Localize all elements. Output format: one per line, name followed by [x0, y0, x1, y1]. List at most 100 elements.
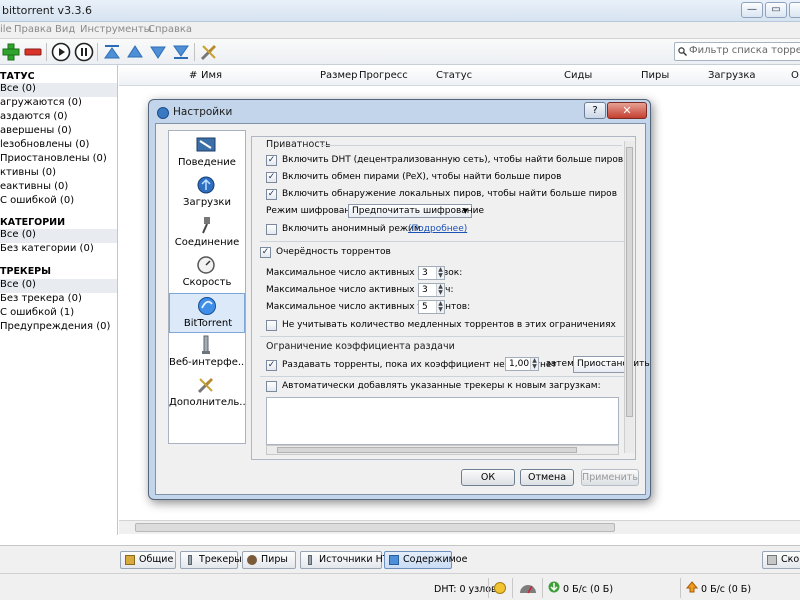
col-upload[interactable]: О: [791, 70, 799, 81]
pex-option[interactable]: ✓ Включить обмен пирами (PeX), чтобы най…: [266, 171, 606, 185]
col-size[interactable]: Размер: [320, 70, 358, 81]
menu-view[interactable]: Вид: [55, 24, 75, 35]
queue-checkbox[interactable]: ✓: [260, 247, 271, 258]
col-number[interactable]: #: [189, 70, 197, 81]
tab-content[interactable]: Содержимое: [384, 551, 467, 569]
menu-edit[interactable]: Правка: [14, 24, 52, 35]
minimize-button[interactable]: —: [741, 2, 763, 18]
col-peers[interactable]: Пиры: [641, 70, 669, 81]
col-status[interactable]: Статус: [436, 70, 472, 81]
sidebar-item-paused[interactable]: Приостановлены (0): [0, 153, 117, 167]
help-button[interactable]: ?: [584, 102, 606, 119]
sidebar-item-no-category[interactable]: Без категории (0): [0, 243, 117, 257]
sidebar-item-seeding[interactable]: аздаются (0): [0, 111, 117, 125]
categories-header: КАТЕГОРИИ: [0, 217, 66, 228]
panel-scrollbar[interactable]: [624, 141, 634, 453]
pause-icon[interactable]: [74, 42, 94, 62]
tab-speed-label: Скор: [781, 554, 800, 565]
menu-file[interactable]: ile: [0, 24, 12, 35]
menu-tools[interactable]: Инструменты: [80, 24, 152, 35]
category-web-ui[interactable]: Веб-интерфе...: [169, 333, 245, 373]
max-uploads-spinner[interactable]: 3 ▲ ▼: [418, 283, 445, 297]
seed-ratio-checkbox[interactable]: ✓: [266, 360, 277, 371]
trackers-scrollbar[interactable]: [266, 445, 619, 455]
sidebar-item-downloading[interactable]: агружаются (0): [0, 97, 117, 111]
add-torrent-icon[interactable]: [1, 42, 21, 62]
speed-graph-icon[interactable]: [519, 581, 537, 594]
sidebar-item-all[interactable]: Все (0): [0, 83, 117, 97]
tab-general[interactable]: Общие: [120, 551, 176, 569]
sidebar-item-tracker-warnings[interactable]: Предупреждения (0): [0, 321, 117, 335]
move-down-icon[interactable]: [148, 42, 168, 62]
close-window-button[interactable]: [789, 2, 800, 18]
slow-torrents-checkbox[interactable]: [266, 320, 277, 331]
sidebar-item-error[interactable]: С ошибкой (0): [0, 195, 117, 209]
cancel-button[interactable]: Отмена: [520, 469, 574, 486]
col-name[interactable]: Имя: [201, 70, 222, 81]
auto-trackers-checkbox[interactable]: [266, 381, 277, 392]
category-bittorrent[interactable]: BitTorrent: [169, 293, 245, 333]
category-behavior-label: Поведение: [178, 157, 236, 168]
apply-button[interactable]: Применить: [581, 469, 639, 486]
anonymous-checkbox[interactable]: [266, 224, 277, 235]
queue-option[interactable]: ✓ Очерёдность торрентов: [260, 246, 600, 260]
pex-checkbox[interactable]: ✓: [266, 172, 277, 183]
max-torrents-spinner[interactable]: 5 ▲ ▼: [418, 300, 445, 314]
category-speed[interactable]: Скорость: [169, 253, 245, 293]
category-behavior[interactable]: Поведение: [169, 133, 245, 173]
maximize-button[interactable]: ▭: [765, 2, 787, 18]
category-downloads[interactable]: Загрузки: [169, 173, 245, 213]
upload-arrow-icon: [686, 581, 698, 593]
http-source-icon: [308, 555, 312, 565]
sidebar-item-active[interactable]: ктивны (0): [0, 167, 117, 181]
category-connection-label: Соединение: [174, 237, 240, 248]
seed-ratio-option[interactable]: ✓ Раздавать торренты, пока их коэффициен…: [266, 359, 557, 373]
remove-torrent-icon[interactable]: [23, 42, 43, 62]
search-input[interactable]: Фильтр списка торрен...: [674, 42, 800, 61]
col-seeds[interactable]: Сиды: [564, 70, 592, 81]
tab-peers[interactable]: Пиры: [242, 551, 296, 569]
sidebar-item-trackers-all[interactable]: Все (0): [0, 279, 117, 293]
torrent-list-scrollbar[interactable]: [119, 520, 800, 534]
settings-dialog: Настройки ? ✕ Поведение Загрузки Соедине…: [148, 99, 651, 500]
max-torrents-value: 5: [422, 302, 428, 312]
max-downloads-spinner[interactable]: 3 ▲ ▼: [418, 266, 445, 280]
tab-trackers[interactable]: Трекеры: [180, 551, 242, 569]
move-top-icon[interactable]: [102, 42, 122, 62]
menu-help[interactable]: Справка: [148, 24, 192, 35]
trackers-textarea[interactable]: [266, 397, 619, 445]
web-ui-icon: [202, 335, 210, 354]
smiley-icon[interactable]: [494, 582, 506, 594]
ok-button[interactable]: ОК: [461, 469, 515, 486]
ratio-spinner[interactable]: 1,00 ▲ ▼: [505, 357, 539, 371]
slow-torrents-option[interactable]: Не учитывать количество медленных торрен…: [266, 319, 616, 333]
move-up-icon[interactable]: [125, 42, 145, 62]
sidebar-item-resumed[interactable]: lезобновлены (0): [0, 139, 117, 153]
sidebar-item-tracker-error[interactable]: С ошибкой (1): [0, 307, 117, 321]
sidebar-item-inactive[interactable]: еактивны (0): [0, 181, 117, 195]
sidebar-item-completed[interactable]: авершены (0): [0, 125, 117, 139]
encryption-select[interactable]: Предпочитать шифрование ▼: [348, 204, 484, 218]
tab-speed[interactable]: Скор: [762, 551, 800, 569]
category-connection[interactable]: Соединение: [169, 213, 245, 253]
col-download[interactable]: Загрузка: [708, 70, 756, 81]
sidebar-item-no-tracker[interactable]: Без трекера (0): [0, 293, 117, 307]
auto-trackers-option[interactable]: Автоматически добавлять указанные трекер…: [266, 380, 606, 394]
lsd-option[interactable]: ✓ Включить обнаружение локальных пиров, …: [266, 188, 617, 202]
move-bottom-icon[interactable]: [171, 42, 191, 62]
ratio-action-select[interactable]: Приостановить: [573, 356, 650, 373]
sidebar-item-cat-all[interactable]: Все (0): [0, 229, 117, 243]
settings-icon[interactable]: [199, 42, 219, 62]
anonymous-more-link[interactable]: (Подробнее): [408, 224, 467, 234]
dht-checkbox[interactable]: ✓: [266, 155, 277, 166]
lsd-checkbox[interactable]: ✓: [266, 189, 277, 200]
advanced-icon: [197, 378, 213, 394]
start-icon[interactable]: [51, 42, 71, 62]
close-dialog-button[interactable]: ✕: [607, 102, 647, 119]
col-progress[interactable]: Прогресс: [359, 70, 408, 81]
tab-http-sources[interactable]: Источники HTTP: [300, 551, 400, 569]
queue-label: Очерёдность торрентов: [276, 247, 391, 257]
dht-option[interactable]: ✓ Включить DHT (децентрализованную сеть)…: [266, 154, 623, 168]
anonymous-option[interactable]: Включить анонимный режим (Подробнее): [266, 223, 606, 237]
category-advanced[interactable]: Дополнитель...: [169, 373, 245, 413]
